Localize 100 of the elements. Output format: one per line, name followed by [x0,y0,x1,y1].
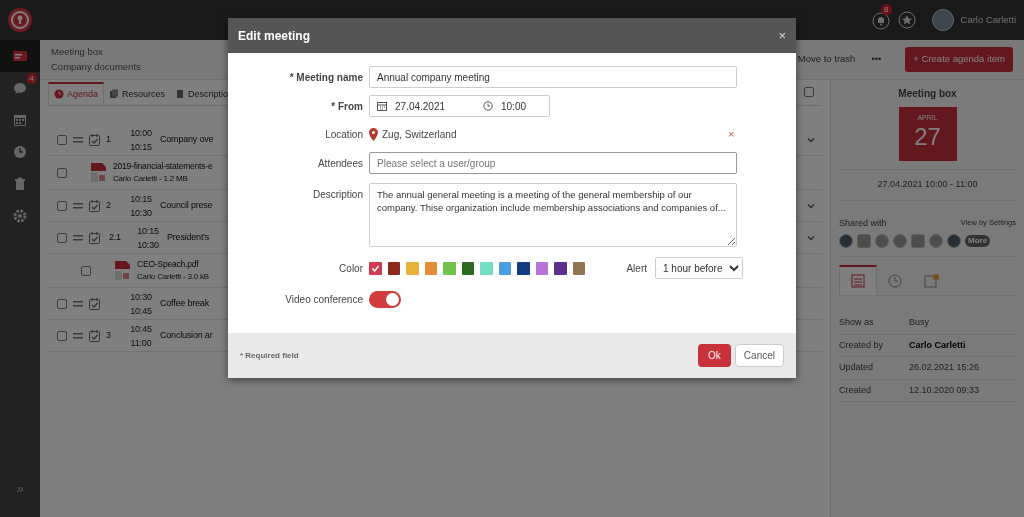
meeting-icon [12,48,28,64]
bell-icon[interactable] [871,11,890,30]
property-value: Carlo Carletti [909,338,966,352]
end-time: 10:15 [129,140,153,154]
row-checkbox[interactable] [57,134,67,145]
color-swatch[interactable] [461,261,474,275]
drag-handle-icon[interactable] [73,135,83,144]
color-swatch[interactable] [572,261,585,275]
calendar-check-icon [89,231,100,244]
drag-handle-icon[interactable] [73,201,83,210]
tab[interactable]: Descriptio [170,81,234,105]
color-swatch[interactable] [443,261,456,275]
description-field[interactable]: The annual general meeting is a meeting of the general membership of our company. Thise organization include membership associations and companies of... [369,183,737,247]
color-swatch[interactable] [535,261,548,275]
color-swatch[interactable] [554,261,567,275]
clock-icon [887,273,903,289]
sidebar-item[interactable] [0,40,40,72]
calendar-check-icon [89,133,100,146]
date-time: 27.04.2021 10:00 - 11:00 [839,169,1016,201]
tab[interactable]: Resources [104,81,171,105]
shared-with-label: Shared with [839,216,887,230]
avatar [839,234,853,248]
property-value: 12.10.2020 09:33 [909,383,980,397]
item-number: 3 [106,328,112,342]
color-swatch[interactable] [424,261,437,275]
start-time: 10:30 [129,290,153,304]
sidebar-item[interactable]: 4 [0,72,40,104]
field-label: Location [324,128,364,142]
avatar[interactable] [931,9,954,31]
meeting-name-field[interactable]: Annual company meeting [369,66,737,88]
color-swatch[interactable] [480,261,493,275]
create-agenda-item-button[interactable]: + Create agenda item [905,47,1013,72]
close-button[interactable]: × [778,25,786,46]
row-checkbox[interactable] [81,265,91,276]
file-name[interactable]: 2019-financial-statements-e [113,160,213,173]
color-swatch[interactable] [406,261,419,275]
end-time: 10:45 [129,304,153,318]
drag-handle-icon[interactable] [73,233,83,242]
color-swatch[interactable] [517,261,530,275]
notification-badge: 8 [881,4,892,15]
property-label: Updated [839,361,875,374]
location-value: Zug, Switzerland [382,128,458,142]
row-checkbox[interactable] [57,330,67,341]
row-checkbox[interactable] [57,167,67,178]
item-number: 2.1 [109,230,122,244]
calendar-check-icon [89,329,100,342]
tab[interactable]: Agenda [48,81,105,105]
page-title: Meeting box [51,45,104,60]
color-swatch[interactable] [387,261,400,275]
property-value: 26.02.2021 15:26 [909,361,980,374]
field-label: Video conference [284,293,364,307]
attendees-field[interactable]: Please select a user/group [369,152,737,174]
field-label: Attendees [316,157,364,171]
row-checkbox[interactable] [57,298,67,309]
item-title: Conclusion ar [160,328,213,342]
trash-icon [12,176,28,192]
more-button[interactable]: ••• [863,52,890,67]
time-value: 10:00 [501,99,527,114]
end-time: 11:00 [129,336,153,350]
check-icon [370,263,380,273]
calendar-check-icon [89,297,100,310]
drag-handle-icon[interactable] [73,331,83,340]
date-time-field[interactable]: 27.04.2021 10:00 [369,95,550,117]
item-title: Coffee break [160,296,209,310]
panel-title: Meeting box [897,87,958,101]
drag-handle-icon[interactable] [73,299,83,308]
color-swatch[interactable] [498,261,511,275]
end-time: 10:30 [129,206,153,220]
color-swatch[interactable] [369,261,382,275]
item-number: 2 [106,198,112,212]
avatar [893,234,907,248]
clock-icon [483,101,493,111]
detail-tab[interactable] [839,265,877,295]
calendar-check-icon [89,199,100,212]
video-conference-toggle[interactable] [369,291,401,308]
notification-badge: 4 [26,73,37,84]
logo-icon [7,7,33,33]
dialog-title: Edit meeting [238,27,310,45]
cancel-button[interactable]: Cancel [734,344,784,367]
end-time: 10:30 [136,238,160,252]
user-name[interactable]: Carlo Carletti [960,12,1016,28]
avatar [911,234,925,248]
more-badge[interactable]: More [965,235,991,247]
calendar-day: 27 [898,123,957,150]
map-pin-icon [369,128,378,141]
alert-select[interactable]: 1 hour before [655,257,743,279]
row-checkbox[interactable] [57,200,67,211]
clear-button[interactable]: × [728,129,735,140]
move-to-trash-button[interactable]: Move to trash [789,52,864,67]
item-title: Company ove [160,132,214,146]
ok-button[interactable]: Ok [698,344,731,367]
select-all-checkbox[interactable] [804,87,814,97]
file-meta: Carlo Carletti - 3.0 kB [137,270,209,283]
row-checkbox[interactable] [57,232,67,243]
item-title: Council prese [160,198,213,212]
file-meta: Carlo Carletti - 1.2 MB [113,172,189,185]
field-label: * From [330,99,364,114]
field-label: Description [311,188,364,202]
file-name[interactable]: CEO-Speach.pdf [137,258,209,271]
avatar [875,234,889,248]
